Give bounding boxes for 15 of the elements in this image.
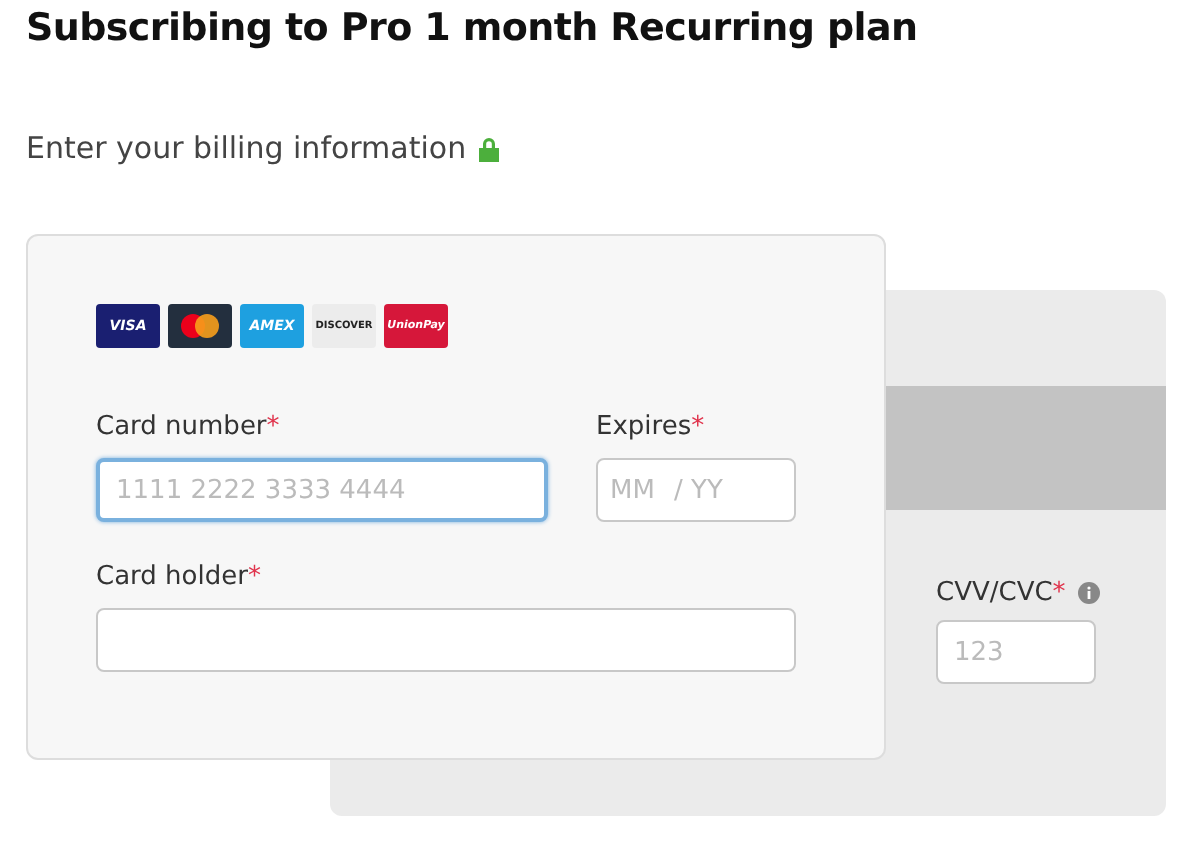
field-label: Card holder*: [96, 562, 263, 592]
page-title: Subscribing to Pro 1 month Recurring plan: [26, 6, 918, 50]
card-holder-field[interactable]: [96, 608, 796, 672]
cvv-field[interactable]: 123: [936, 620, 1096, 684]
month-input[interactable]: MM: [610, 475, 674, 505]
year-input[interactable]: / YY: [674, 475, 774, 505]
lock-icon: [478, 135, 501, 161]
info-icon[interactable]: [1077, 582, 1100, 604]
card-logo-icon: [168, 304, 232, 348]
field-label: CVV/CVC*: [936, 578, 1066, 608]
field-label: Expires*: [596, 412, 707, 442]
expiry-field[interactable]: MM / YY: [596, 458, 796, 522]
subtitle: Enter your billing information: [26, 130, 467, 166]
field-label: Card number*: [96, 412, 282, 442]
card-number-field[interactable]: 1111 2222 3333 4444: [96, 458, 548, 522]
